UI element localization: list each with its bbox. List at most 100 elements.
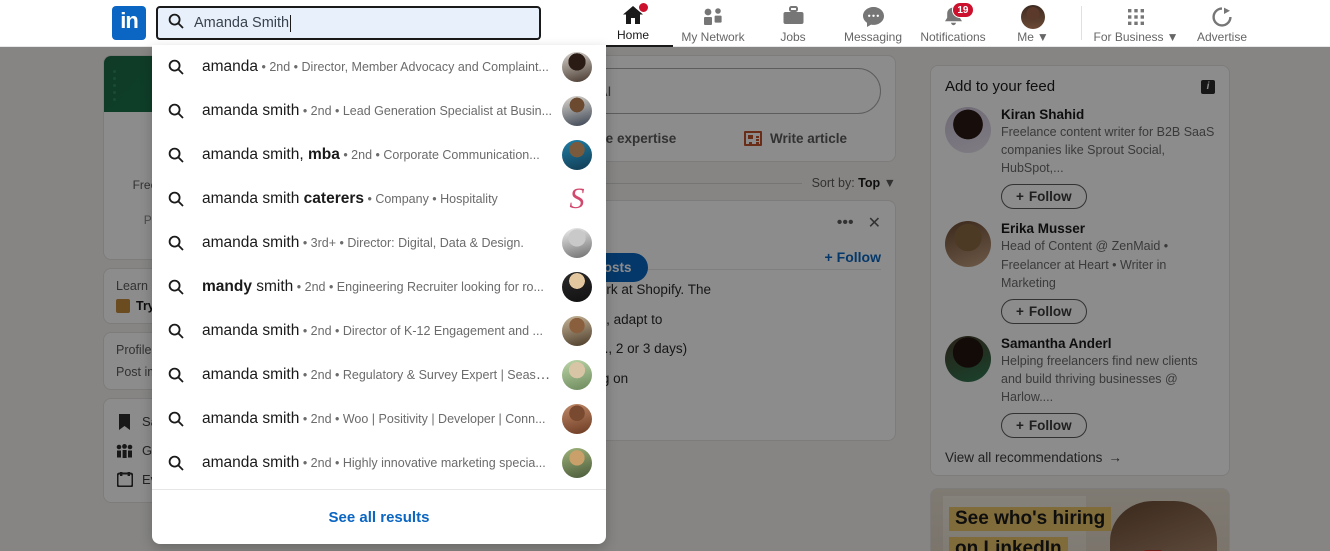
home-notification-dot	[638, 1, 649, 13]
suggestion-meta: • 2nd • Corporate Communication...	[339, 148, 540, 162]
suggestion-query: amanda smith caterers	[202, 190, 364, 207]
search-suggestion-item[interactable]: amanda smith • 2nd • Highly innovative m…	[152, 441, 606, 485]
search-icon	[168, 13, 184, 34]
suggestion-avatar	[562, 228, 592, 258]
search-suggestion-item[interactable]: amanda • 2nd • Director, Member Advocacy…	[152, 45, 606, 89]
suggestion-query: amanda smith	[202, 234, 300, 251]
search-suggestion-item[interactable]: amanda smith • 2nd • Lead Generation Spe…	[152, 89, 606, 133]
suggestion-avatar	[562, 272, 592, 302]
search-suggestion-item[interactable]: amanda smith • 3rd+ • Director: Digital,…	[152, 221, 606, 265]
nav-item-for-business[interactable]: For Business ▼	[1090, 0, 1182, 47]
search-typeahead-dropdown: amanda • 2nd • Director, Member Advocacy…	[152, 45, 606, 544]
grid-icon	[1126, 5, 1146, 29]
nav-item-me[interactable]: Me ▼	[993, 0, 1073, 47]
nav-item-me-label: Me	[1017, 29, 1034, 44]
nav-item-messaging-label: Messaging	[843, 29, 903, 44]
search-suggestion-item[interactable]: amanda smith caterers • Company • Hospit…	[152, 177, 606, 221]
search-suggestion-text: amanda smith caterers • Company • Hospit…	[202, 190, 552, 208]
nav-item-me-label-wrap: Me ▼	[1017, 30, 1049, 44]
home-icon	[621, 1, 649, 27]
search-icon	[168, 455, 202, 471]
suggestion-meta: • Company • Hospitality	[364, 192, 498, 206]
suggestion-meta: • 2nd • Lead Generation Specialist at Bu…	[299, 104, 552, 118]
nav-item-advertise[interactable]: Advertise	[1182, 0, 1262, 47]
message-icon	[862, 5, 885, 29]
nav-item-my-network-label: My Network	[681, 29, 745, 44]
suggestion-query: amanda smith	[202, 410, 300, 427]
see-all-results-button[interactable]: See all results	[152, 490, 606, 544]
suggestion-meta: • 2nd • Engineering Recruiter looking fo…	[293, 280, 544, 294]
search-icon	[168, 367, 202, 383]
text-cursor	[290, 14, 292, 32]
suggestion-meta: • 2nd • Regulatory & Survey Expert | Sea…	[299, 368, 552, 382]
network-icon	[701, 5, 725, 29]
nav-item-messaging[interactable]: Messaging	[833, 0, 913, 47]
nav-divider	[1081, 6, 1082, 40]
search-input[interactable]: Amanda Smith	[156, 6, 541, 40]
search-suggestion-text: amanda smith • 2nd • Regulatory & Survey…	[202, 366, 552, 384]
search-suggestion-item[interactable]: amanda smith, mba • 2nd • Corporate Comm…	[152, 133, 606, 177]
search-container: Amanda Smith	[156, 6, 541, 40]
linkedin-feed-screen: Chidera Copywriter Chidera Freelance Cop…	[0, 0, 1330, 551]
nav-item-notifications[interactable]: 19 Notifications	[913, 0, 993, 47]
nav-item-my-network[interactable]: My Network	[673, 0, 753, 47]
search-suggestion-item[interactable]: amanda smith • 2nd • Woo | Positivity | …	[152, 397, 606, 441]
search-icon	[168, 235, 202, 251]
search-suggestion-text: mandy smith • 2nd • Engineering Recruite…	[202, 278, 552, 296]
suggestion-query: mandy smith	[202, 278, 294, 295]
nav-item-jobs[interactable]: Jobs	[753, 0, 833, 47]
chevron-down-icon: ▼	[1166, 29, 1179, 44]
nav-item-home[interactable]: Home	[593, 0, 673, 47]
suggestion-avatar	[562, 184, 592, 214]
suggestion-meta: • 2nd • Director of K-12 Engagement and …	[299, 324, 543, 338]
nav-item-advertise-label: Advertise	[1196, 29, 1248, 44]
nav-item-jobs-label: Jobs	[780, 29, 806, 44]
search-suggestion-text: amanda smith • 3rd+ • Director: Digital,…	[202, 234, 552, 252]
nav-items: Home My Network Jobs Messaging 19 Notifi…	[593, 0, 1262, 47]
suggestion-query: amanda smith, mba	[202, 146, 340, 163]
suggestion-query: amanda smith	[202, 366, 300, 383]
nav-item-notifications-label: Notifications	[920, 29, 986, 44]
search-suggestion-text: amanda smith • 2nd • Lead Generation Spe…	[202, 102, 552, 120]
suggestion-avatar	[562, 52, 592, 82]
suggestion-avatar	[562, 140, 592, 170]
notifications-badge: 19	[952, 1, 974, 18]
suggestion-query: amanda	[202, 58, 259, 75]
suggestion-avatar	[562, 404, 592, 434]
search-suggestion-item[interactable]: mandy smith • 2nd • Engineering Recruite…	[152, 265, 606, 309]
search-icon	[168, 103, 202, 119]
search-suggestion-text: amanda smith • 2nd • Director of K-12 En…	[202, 322, 552, 340]
search-icon	[168, 323, 202, 339]
chevron-down-icon: ▼	[1036, 29, 1049, 44]
search-icon	[168, 59, 202, 75]
search-suggestion-item[interactable]: amanda smith • 2nd • Regulatory & Survey…	[152, 353, 606, 397]
briefcase-icon	[782, 5, 805, 29]
suggestion-avatar	[562, 96, 592, 126]
suggestion-query: amanda smith	[202, 102, 300, 119]
linkedin-logo-icon[interactable]: in	[112, 6, 146, 40]
search-icon	[168, 411, 202, 427]
suggestion-meta: • 2nd • Director, Member Advocacy and Co…	[258, 60, 549, 74]
search-suggestions-list: amanda • 2nd • Director, Member Advocacy…	[152, 45, 606, 485]
search-input-value: Amanda Smith	[194, 15, 290, 31]
suggestion-query: amanda smith	[202, 322, 300, 339]
search-suggestion-text: amanda smith • 2nd • Woo | Positivity | …	[202, 410, 552, 428]
bell-icon: 19	[942, 1, 974, 29]
suggestion-avatar	[562, 448, 592, 478]
suggestion-meta: • 2nd • Woo | Positivity | Developer | C…	[299, 412, 546, 426]
search-icon	[168, 147, 202, 163]
nav-item-home-label: Home	[616, 27, 649, 42]
user-avatar	[1021, 4, 1045, 29]
top-navigation-bar: in Amanda Smith Home My Network Jobs Mes…	[0, 0, 1330, 47]
suggestion-avatar	[562, 360, 592, 390]
suggestion-avatar	[562, 316, 592, 346]
search-icon	[168, 191, 202, 207]
search-icon	[168, 279, 202, 295]
search-suggestion-item[interactable]: amanda smith • 2nd • Director of K-12 En…	[152, 309, 606, 353]
nav-item-for-business-label-wrap: For Business ▼	[1094, 30, 1179, 44]
suggestion-meta: • 3rd+ • Director: Digital, Data & Desig…	[299, 236, 524, 250]
nav-item-for-business-label: For Business	[1093, 29, 1164, 44]
search-suggestion-text: amanda • 2nd • Director, Member Advocacy…	[202, 58, 552, 76]
advertise-icon	[1211, 5, 1233, 29]
search-suggestion-text: amanda smith, mba • 2nd • Corporate Comm…	[202, 146, 552, 164]
